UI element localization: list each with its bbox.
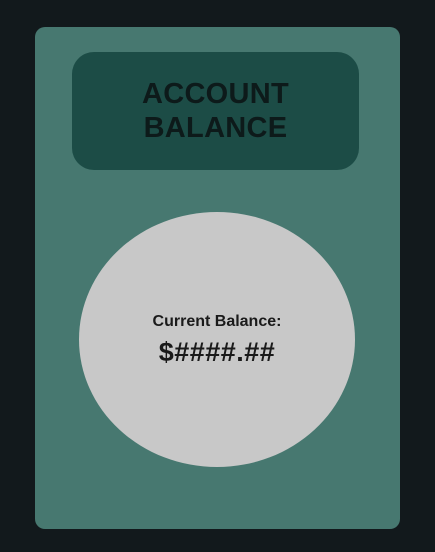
balance-label: Current Balance: bbox=[152, 312, 282, 330]
balance-display: Current Balance: $####.## bbox=[79, 212, 355, 467]
balance-value: $####.## bbox=[158, 336, 276, 367]
page-title: ACCOUNT BALANCE bbox=[141, 78, 290, 144]
account-card: ACCOUNT BALANCE Current Balance: $####.#… bbox=[35, 27, 400, 529]
header-panel: ACCOUNT BALANCE bbox=[72, 52, 359, 170]
